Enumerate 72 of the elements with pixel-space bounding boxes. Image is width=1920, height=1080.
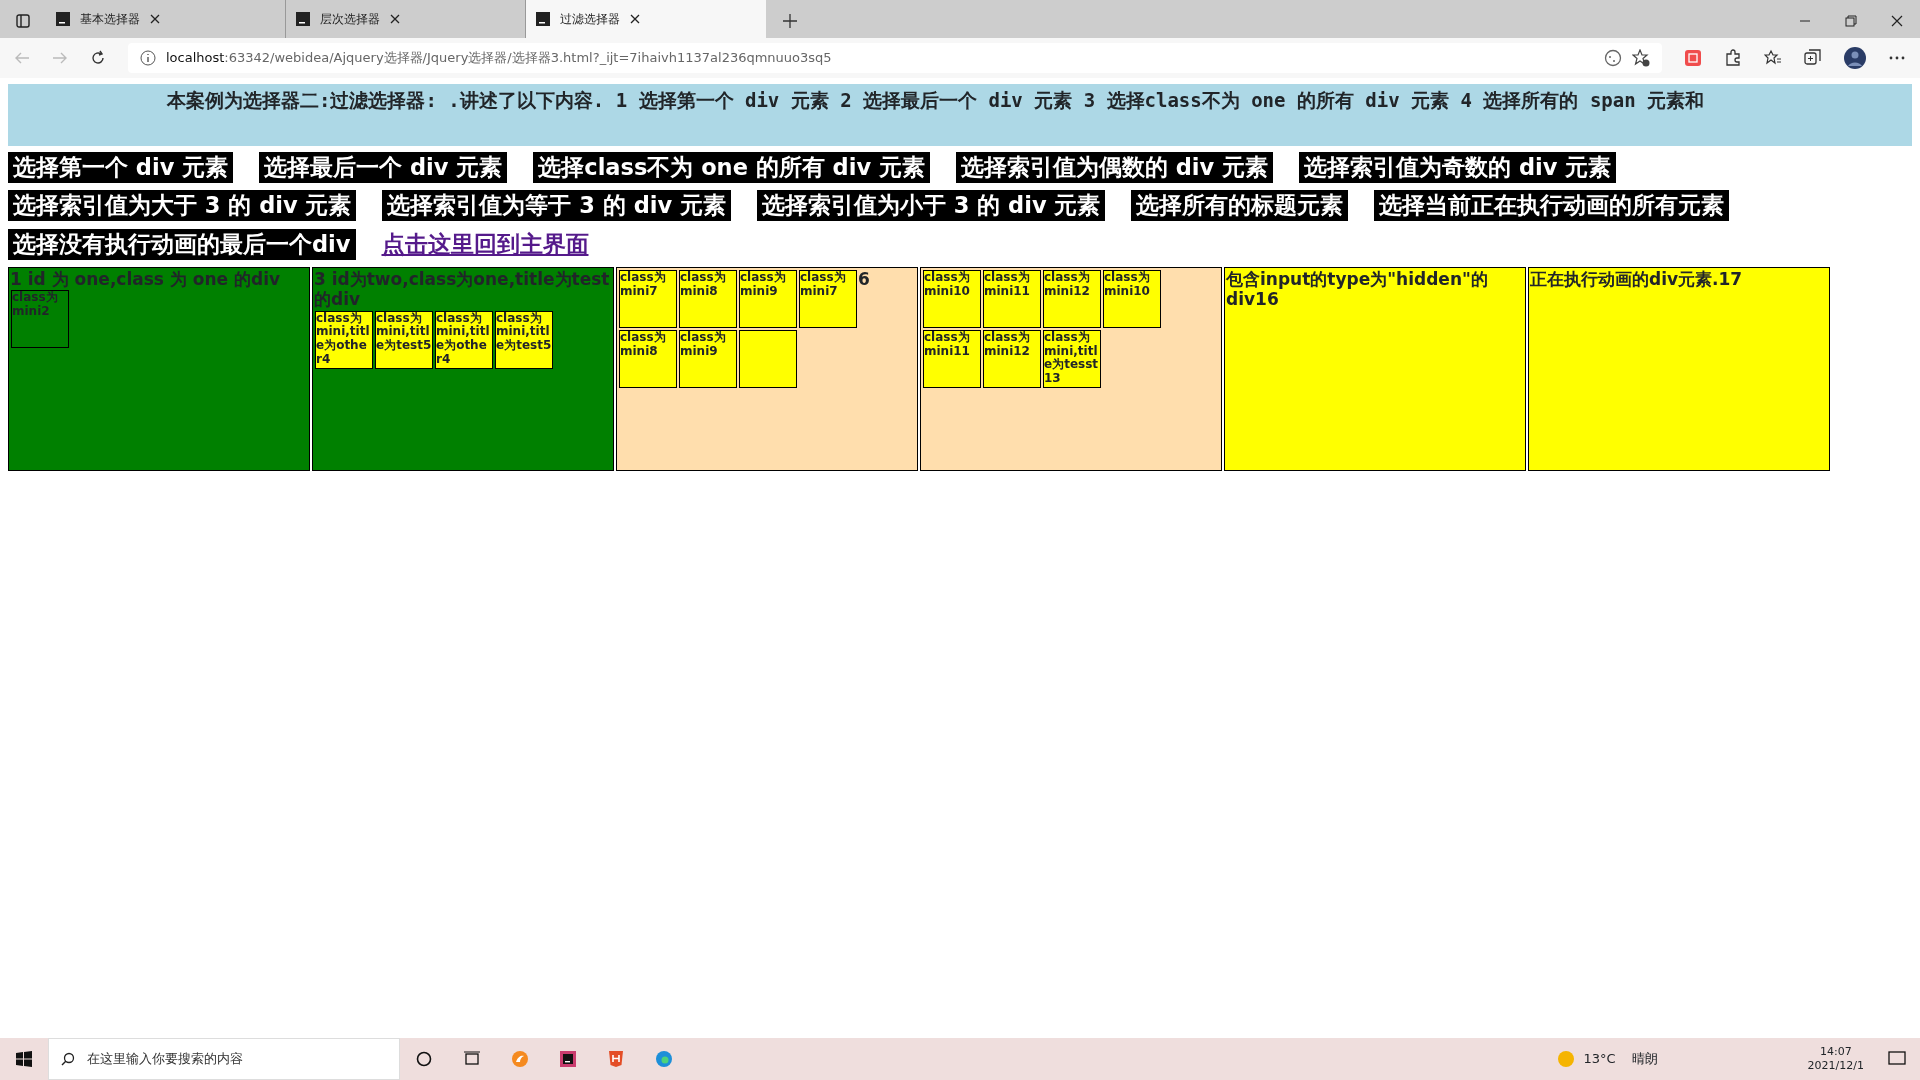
mini-panel: class为mini9 — [679, 329, 737, 388]
avatar-icon[interactable] — [1844, 47, 1866, 69]
panel-text: 6 — [858, 268, 870, 290]
banner-text: 本案例为选择器二:过滤选择器: .讲述了以下内容. 1 选择第一个 div 元素 2 选择最后一个 div 元素 3 选择class不为 one 的所有 div 元素 4 选择所有的 span 元素和 — [8, 84, 1912, 146]
cookie-icon[interactable] — [1604, 49, 1622, 67]
mini-panel: class为mini8 — [619, 329, 677, 388]
windows-start-icon[interactable] — [16, 1051, 32, 1067]
app-icon — [56, 12, 70, 26]
browser-tab[interactable]: 过滤选择器 — [526, 0, 766, 38]
sun-icon — [1557, 1050, 1576, 1068]
mini-panel: class为mini,title为tesst13 — [1043, 329, 1101, 388]
task-view-icon[interactable] — [463, 1050, 481, 1068]
selector-button[interactable]: 选择索引值为奇数的 div 元素 — [1299, 152, 1617, 183]
mini-panel: class为mini11 — [983, 269, 1041, 328]
new-tab-icon[interactable] — [783, 14, 797, 28]
close-icon[interactable] — [390, 14, 400, 24]
mini-panel: class为mini,title为test5 — [375, 310, 433, 369]
ide-app-icon[interactable] — [559, 1050, 577, 1068]
panel-text: 包含input的type为"hidden"的div16 — [1226, 268, 1489, 310]
weather-text: 晴朗 — [1631, 1050, 1658, 1069]
selector-button[interactable]: 选择索引值为等于 3 的 div 元素 — [382, 190, 731, 221]
collections-icon[interactable] — [1804, 49, 1822, 67]
temperature-text: 13°C — [1583, 1050, 1616, 1069]
mini-panel: class为mini11 — [923, 329, 981, 388]
favorites-icon[interactable] — [1764, 49, 1782, 67]
address-bar[interactable]: localhost:63342/webidea/Ajquery选择器/Jquery选择器/选择器3.html?_ijt=7ihaivh1137al236qmnuuo3sq5 — [128, 43, 1662, 73]
extension-badge-icon[interactable] — [1684, 49, 1702, 67]
info-icon — [140, 50, 156, 66]
panel-text: 3 id为two,class为one,title为test的div — [314, 268, 611, 310]
tab-actions-icon[interactable] — [16, 14, 30, 28]
mini-panel: class为mini2 — [11, 290, 69, 349]
mini-panel: class为mini,title为other4 — [315, 310, 373, 369]
home-link[interactable]: 点击这里回到主界面 — [381, 228, 589, 262]
app-icon — [296, 12, 310, 26]
mini-panel: class为mini7 — [619, 269, 677, 328]
selector-button[interactable]: 选择第一个 div 元素 — [8, 152, 234, 183]
close-icon[interactable] — [150, 14, 160, 24]
puzzle-icon[interactable] — [1724, 49, 1742, 67]
close-icon[interactable] — [1890, 14, 1904, 28]
mini-panel: class为mini,title为other4 — [435, 310, 493, 369]
mini-panel: class为mini12 — [1043, 269, 1101, 328]
selector-button[interactable]: 选择所有的标题元素 — [1131, 190, 1349, 221]
notification-icon[interactable] — [1888, 1050, 1906, 1068]
selector-button[interactable]: 选择索引值为大于 3 的 div 元素 — [8, 190, 357, 221]
url-text: localhost:63342/webidea/Ajquery选择器/Jquery选择器/选择器3.html?_ijt=7ihaivh1137al236qmnuuo3sq5 — [166, 49, 832, 68]
search-icon — [61, 1052, 75, 1066]
selector-button[interactable]: 选择class不为 one 的所有 div 元素 — [533, 152, 930, 183]
html-app-icon[interactable] — [607, 1050, 625, 1068]
clock-date: 2021/12/1 — [1807, 1059, 1864, 1074]
panel-text: 1 id 为 one,class 为 one 的div — [10, 268, 281, 290]
app-icon — [536, 12, 550, 26]
mini-panel: class为mini10 — [1103, 269, 1161, 328]
selector-button[interactable]: 选择索引值为小于 3 的 div 元素 — [756, 190, 1106, 221]
mini-panel: class为mini12 — [983, 329, 1041, 388]
browser-app-icon[interactable] — [655, 1050, 673, 1068]
clock-time: 14:07 — [1819, 1044, 1852, 1059]
mini-panel: class为mini8 — [679, 269, 737, 328]
selector-button[interactable]: 选择没有执行动画的最后一个div — [8, 229, 356, 261]
favorite-add-icon[interactable] — [1632, 49, 1650, 67]
mini-panel: class为mini9 — [739, 269, 797, 328]
selector-button[interactable]: 选择索引值为偶数的 div 元素 — [955, 152, 1274, 183]
taskbar-search-field[interactable]: 在这里输入你要搜索的内容 — [48, 1038, 400, 1080]
cortana-icon[interactable] — [415, 1050, 433, 1068]
selector-button[interactable]: 选择最后一个 div 元素 — [259, 152, 508, 183]
refresh-icon[interactable] — [90, 50, 106, 66]
mini-panel: class为mini10 — [923, 269, 981, 328]
close-icon[interactable] — [630, 14, 640, 24]
selector-button[interactable]: 选择当前正在执行动画的所有元素 — [1374, 190, 1730, 221]
mini-panel: class为mini,title为test5 — [495, 310, 553, 369]
restore-icon[interactable] — [1844, 14, 1858, 28]
panel-text: 正在执行动画的div元素.17 — [1530, 268, 1743, 290]
mini-panel: class为mini7 — [799, 269, 857, 328]
